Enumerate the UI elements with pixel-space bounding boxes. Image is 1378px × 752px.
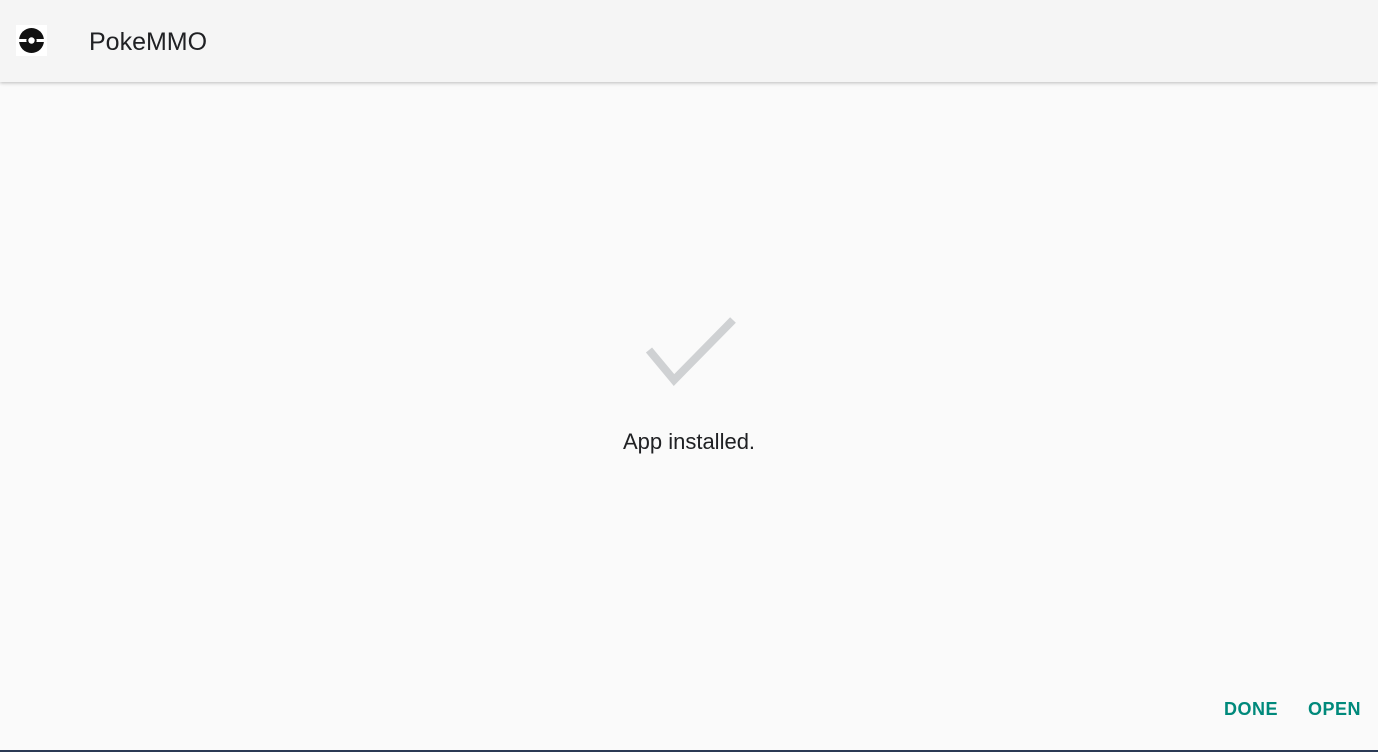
install-result-panel: App installed. DONE OPEN [0, 82, 1378, 750]
open-button[interactable]: OPEN [1300, 693, 1369, 725]
app-bar: PokeMMO [0, 0, 1378, 82]
pokeball-icon [16, 25, 47, 56]
done-button[interactable]: DONE [1216, 693, 1286, 725]
checkmark-icon [640, 314, 740, 394]
install-status-message: App installed. [622, 429, 756, 454]
app-title: PokeMMO [89, 28, 208, 56]
